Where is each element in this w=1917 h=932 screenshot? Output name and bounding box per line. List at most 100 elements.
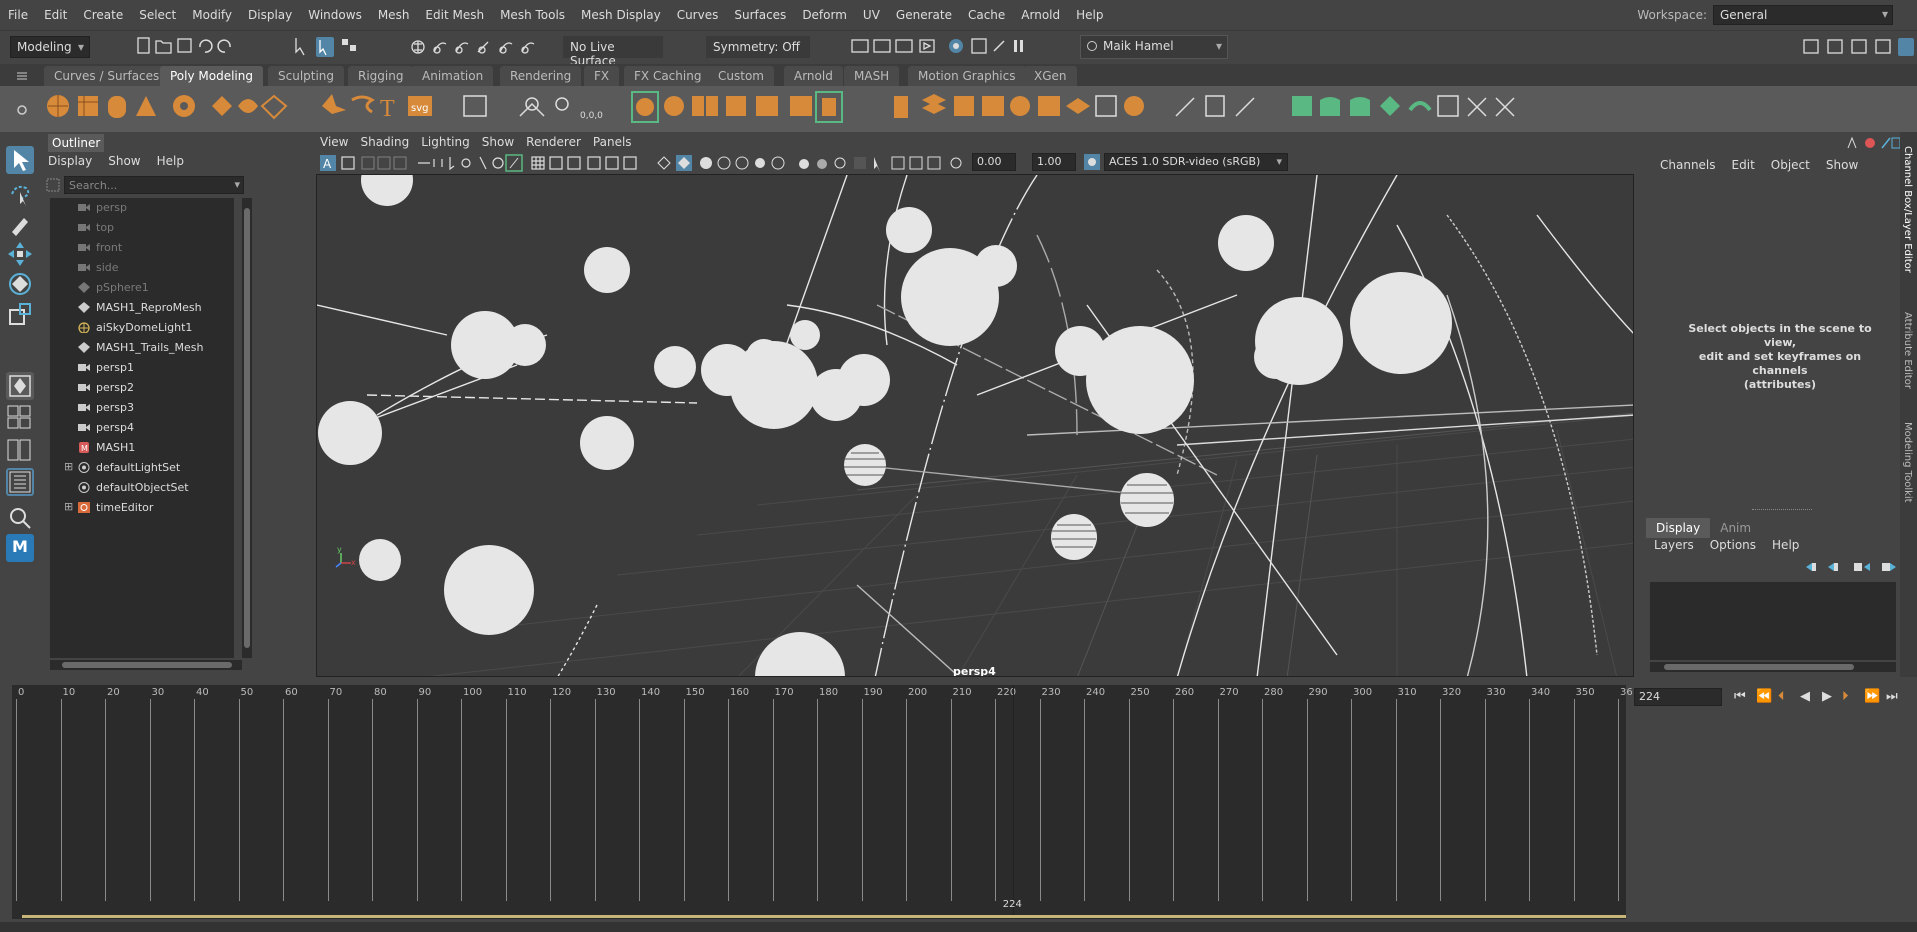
shelf-tab-motion-graphics[interactable]: Motion Graphics — [908, 66, 1026, 86]
viewport-scene[interactable]: yx — [317, 175, 1634, 677]
step-back-key-button[interactable]: ⏴ — [1778, 689, 1785, 704]
menu-surfaces[interactable]: Surfaces — [726, 8, 794, 22]
menu-curves[interactable]: Curves — [669, 8, 727, 22]
shelf-tab-custom[interactable]: Custom — [708, 66, 774, 86]
outliner-item[interactable]: defaultObjectSet — [50, 478, 234, 498]
shelf-tab-xgen[interactable]: XGen — [1024, 66, 1077, 86]
select-tool[interactable] — [6, 146, 34, 174]
menu-select[interactable]: Select — [131, 8, 184, 22]
gamma-field[interactable]: 1.00 — [1032, 153, 1076, 171]
outliner-search-input[interactable]: Search... ▾ — [64, 176, 244, 194]
outliner-item[interactable]: persp1 — [50, 358, 234, 378]
outliner-menu-show[interactable]: Show — [100, 152, 148, 170]
menu-help[interactable]: Help — [1068, 8, 1111, 22]
channel-box-menu-object[interactable]: Object — [1763, 158, 1818, 172]
outliner-item[interactable]: top — [50, 218, 234, 238]
shelf-tab-sculpting[interactable]: Sculpting — [268, 66, 345, 86]
menu-create[interactable]: Create — [75, 8, 131, 22]
layer-menu-help[interactable]: Help — [1764, 538, 1807, 552]
lasso-tool[interactable] — [6, 180, 34, 208]
shelf-tab-animation[interactable]: Animation — [412, 66, 494, 86]
panel-toolbar-icons[interactable]: A — [318, 154, 1008, 172]
shelf-tab-rigging[interactable]: Rigging — [348, 66, 414, 86]
shelf-tab-fx[interactable]: FX — [584, 66, 620, 86]
workspace-dropdown[interactable]: General — [1713, 5, 1893, 25]
menu-display[interactable]: Display — [240, 8, 300, 22]
paint-select-tool[interactable] — [6, 210, 34, 238]
menu-windows[interactable]: Windows — [300, 8, 370, 22]
single-perspective-layout[interactable] — [6, 372, 34, 400]
scale-tool[interactable] — [6, 300, 34, 328]
color-space-dropdown[interactable]: ACES 1.0 SDR-video (sRGB) ▾ — [1104, 153, 1288, 171]
shelf-tab-curves-surfaces[interactable]: Curves / Surfaces — [44, 66, 170, 86]
time-slider[interactable]: 0 10 20 30 40 50 60 70 80 90 100 110 120 130 140 150 160… — [12, 685, 1633, 919]
menu-file[interactable]: File — [0, 8, 36, 22]
outliner-item[interactable]: aiSkyDomeLight1 — [50, 318, 234, 338]
menu-edit[interactable]: Edit — [36, 8, 75, 22]
file-tools-icons[interactable] — [136, 37, 236, 55]
user-login-dropdown[interactable]: Maik Hamel ▾ — [1080, 35, 1228, 59]
channel-box-menu-show[interactable]: Show — [1818, 158, 1866, 172]
outliner-item[interactable]: MASH1_Trails_Mesh — [50, 338, 234, 358]
outliner-item[interactable]: pSphere1 — [50, 278, 234, 298]
outliner-item[interactable]: front — [50, 238, 234, 258]
expand-icon[interactable]: ⊞ — [64, 500, 73, 513]
menu-generate[interactable]: Generate — [888, 8, 960, 22]
step-forward-frame-button[interactable]: ⏩ — [1864, 689, 1880, 704]
play-backwards-button[interactable]: ◀ — [1800, 689, 1810, 704]
outliner-item[interactable]: side — [50, 258, 234, 278]
menuset-dropdown[interactable]: Modeling ▾ — [10, 36, 90, 58]
layer-tab-display[interactable]: Display — [1646, 518, 1711, 538]
tab-modeling-toolkit[interactable]: Modeling Toolkit — [1902, 422, 1913, 503]
layer-tool-icons[interactable] — [1804, 560, 1898, 574]
menu-mesh-display[interactable]: Mesh Display — [573, 8, 669, 22]
menu-uv[interactable]: UV — [855, 8, 888, 22]
shelf-tab-fx-caching[interactable]: FX Caching — [624, 66, 712, 86]
outliner-item[interactable]: MASH1_ReproMesh — [50, 298, 234, 318]
play-forwards-button[interactable]: ▶ — [1822, 689, 1832, 704]
step-back-frame-button[interactable]: ⏪ — [1756, 689, 1772, 704]
symmetry-dropdown[interactable]: Symmetry: Off — [706, 36, 810, 58]
outliner-menu-help[interactable]: Help — [149, 152, 192, 170]
viewport-menu-view[interactable]: View — [314, 132, 354, 152]
menu-cache[interactable]: Cache — [960, 8, 1013, 22]
shelf-icons[interactable]: T svg 0,0,0 — [40, 86, 1880, 132]
viewport-menu-lighting[interactable]: Lighting — [415, 132, 476, 152]
shelf-tab-mash[interactable]: MASH — [844, 66, 900, 86]
menu-edit-mesh[interactable]: Edit Mesh — [417, 8, 492, 22]
layer-menu-options[interactable]: Options — [1702, 538, 1764, 552]
step-forward-key-button[interactable]: ⏵ — [1842, 689, 1849, 704]
four-view-layout[interactable] — [6, 404, 34, 432]
shelf-tab-poly-modeling[interactable]: Poly Modeling — [160, 66, 263, 86]
color-management-icon[interactable] — [1084, 154, 1100, 170]
viewport-menu-show[interactable]: Show — [476, 132, 520, 152]
outliner-item[interactable]: persp2 — [50, 378, 234, 398]
tab-attribute-editor[interactable]: Attribute Editor — [1902, 312, 1913, 389]
go-to-end-button[interactable]: ⏭ — [1886, 689, 1898, 704]
current-frame-field[interactable]: 224 — [1634, 688, 1722, 706]
channel-box-menu-channels[interactable]: Channels — [1652, 158, 1724, 172]
search-button[interactable] — [6, 504, 34, 532]
shelf-settings-icon[interactable] — [16, 104, 28, 116]
go-to-start-button[interactable]: ⏮ — [1734, 689, 1746, 704]
menu-mesh[interactable]: Mesh — [370, 8, 418, 22]
outliner-filter-icon[interactable] — [46, 178, 60, 192]
outliner-item[interactable]: persp4 — [50, 418, 234, 438]
viewport-menu-renderer[interactable]: Renderer — [520, 132, 587, 152]
layer-list[interactable] — [1650, 582, 1896, 660]
outliner-item[interactable]: ⊞ timeEditor — [50, 498, 234, 518]
snap-icons[interactable] — [410, 36, 550, 58]
outliner-menu-display[interactable]: Display — [40, 152, 100, 170]
search-dropdown-icon[interactable]: ▾ — [234, 178, 240, 191]
menu-arnold[interactable]: Arnold — [1013, 8, 1068, 22]
shelf-tab-rendering[interactable]: Rendering — [500, 66, 582, 86]
render-tools-icons[interactable] — [850, 37, 1030, 57]
outliner-horizontal-scrollbar[interactable] — [50, 660, 242, 670]
move-tool[interactable] — [6, 240, 34, 268]
panel-splitter[interactable] — [1752, 509, 1812, 512]
tab-channel-box-layer-editor[interactable]: Channel Box/Layer Editor — [1902, 146, 1913, 273]
side-by-side-layout[interactable] — [6, 436, 34, 464]
shelf-menu-icon[interactable] — [16, 70, 28, 82]
viewport-menu-shading[interactable]: Shading — [354, 132, 415, 152]
outliner-item[interactable]: M MASH1 — [50, 438, 234, 458]
